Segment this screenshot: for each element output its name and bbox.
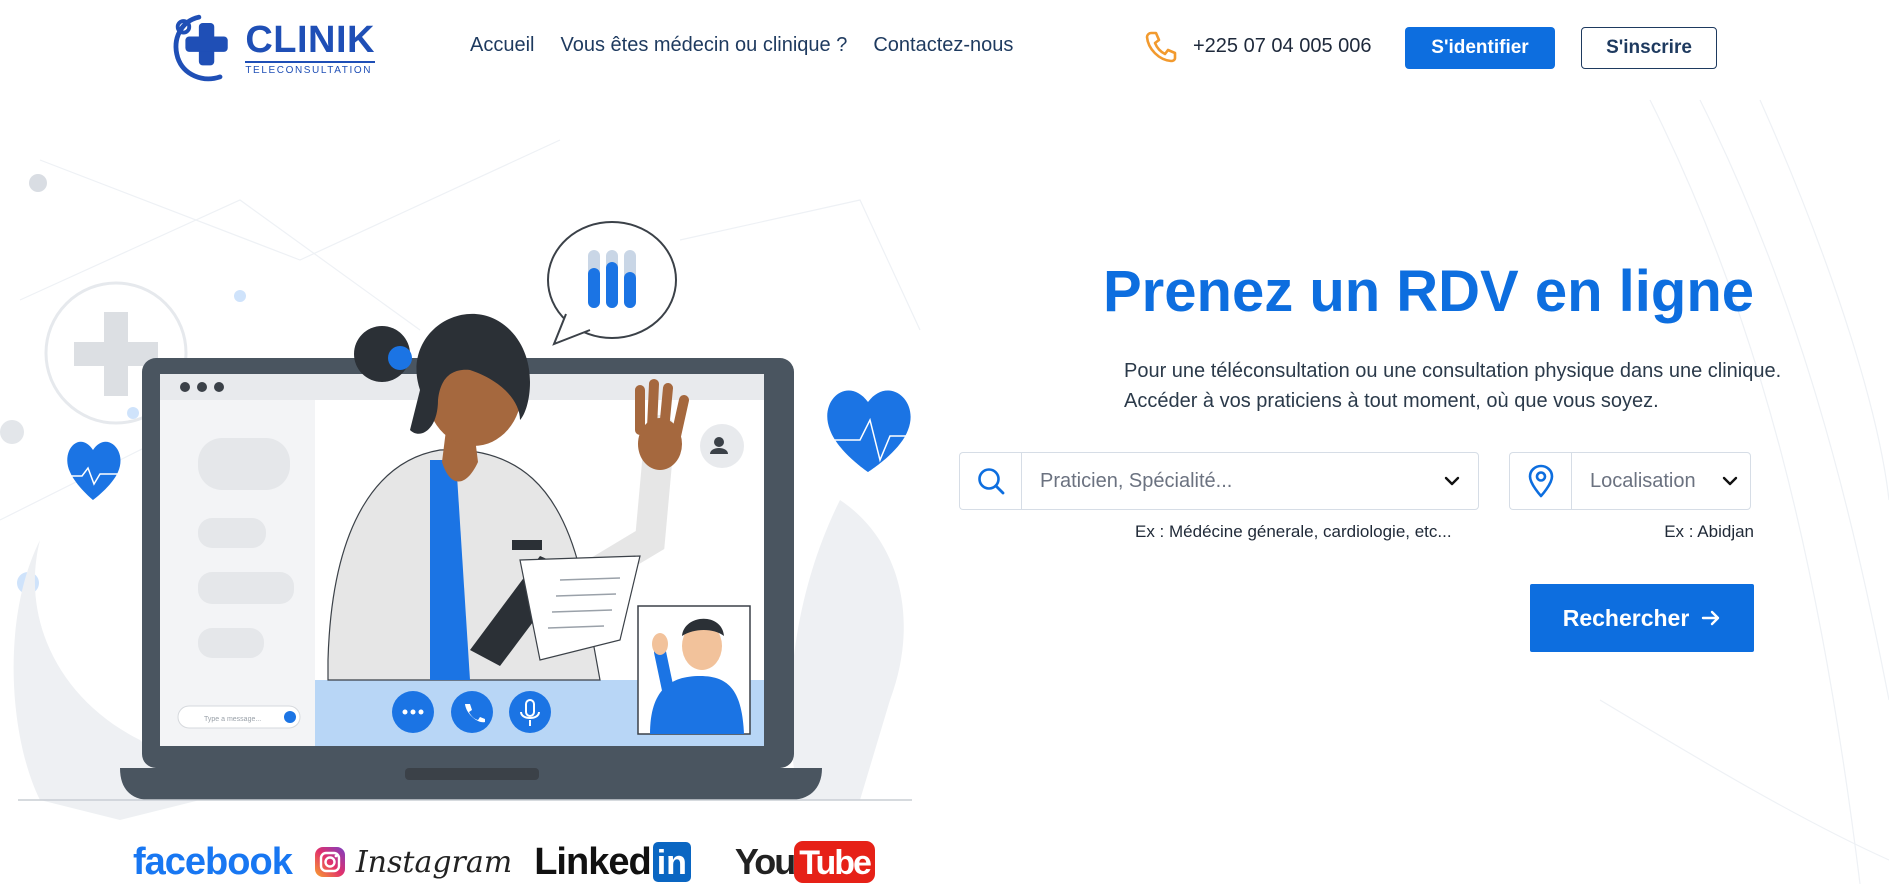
specialty-input[interactable] <box>1040 469 1420 493</box>
phone-contact[interactable]: +225 07 04 005 006 <box>1143 28 1372 64</box>
search-icon-box[interactable] <box>959 452 1021 510</box>
location-input[interactable] <box>1590 469 1715 493</box>
hero-description: Pour une téléconsultation ou une consult… <box>1034 356 1782 416</box>
nav-accueil[interactable]: Accueil <box>470 34 534 57</box>
chevron-down-icon[interactable] <box>1444 475 1460 487</box>
youtube-icon: Tube <box>794 841 875 883</box>
brand-name: CLINIK <box>245 18 375 61</box>
doctor-teleconsultation-illustration: Type a message... <box>0 174 912 820</box>
register-button[interactable]: S'inscrire <box>1581 27 1717 69</box>
hero-description-line-1: Pour une téléconsultation ou une consult… <box>1124 360 1782 382</box>
specialty-hint: Ex : Médécine génerale, cardiologie, etc… <box>1135 522 1452 541</box>
medical-cross-logo-icon <box>173 14 228 82</box>
arrow-right-icon <box>1702 610 1720 626</box>
search-icon <box>977 468 1004 495</box>
instagram-label: Instagram <box>355 844 513 880</box>
instagram-icon <box>314 847 345 877</box>
chevron-down-icon[interactable] <box>1722 475 1738 487</box>
youtube-label: You <box>734 841 796 882</box>
nav-contact[interactable]: Contactez-nous <box>873 34 1013 57</box>
phone-icon <box>1145 31 1177 63</box>
hero-title: Prenez un RDV en ligne <box>1103 259 1754 324</box>
search-submit-label: Rechercher <box>1562 604 1690 631</box>
main-nav: Accueil Vous êtes médecin ou clinique ? … <box>470 34 1013 57</box>
brand-tagline: TELECONSULTATION <box>245 60 375 76</box>
location-hint: Ex : Abidjan <box>1664 522 1754 541</box>
linkedin-icon: in <box>652 842 691 882</box>
site-header: CLINIK TELECONSULTATION Accueil Vous ête… <box>0 0 1889 96</box>
phone-number: +225 07 04 005 006 <box>1193 34 1372 57</box>
specialty-search <box>959 452 1479 510</box>
linkedin-link[interactable]: Linked in <box>534 841 691 884</box>
social-links: facebook Instagram Linked in You Tube <box>133 840 875 884</box>
instagram-link[interactable]: Instagram <box>314 845 512 880</box>
login-button[interactable]: S'identifier <box>1405 27 1555 69</box>
nav-medecin-clinique[interactable]: Vous êtes médecin ou clinique ? <box>560 34 847 57</box>
location-icon-box[interactable] <box>1509 452 1571 510</box>
linkedin-label: Linked <box>534 840 651 883</box>
search-submit-button[interactable]: Rechercher <box>1530 584 1754 652</box>
chat-input-placeholder: Type a message... <box>204 716 261 723</box>
clinik-logo[interactable]: CLINIK TELECONSULTATION <box>170 10 375 86</box>
location-select[interactable] <box>1571 452 1751 510</box>
location-search <box>1509 452 1751 510</box>
specialty-select[interactable] <box>1021 452 1479 510</box>
map-pin-icon <box>1528 464 1553 498</box>
youtube-link[interactable]: You Tube <box>735 841 875 883</box>
hero-description-line-2: Accéder à vos praticiens à tout moment, … <box>1124 390 1659 412</box>
facebook-link[interactable]: facebook <box>133 841 293 884</box>
